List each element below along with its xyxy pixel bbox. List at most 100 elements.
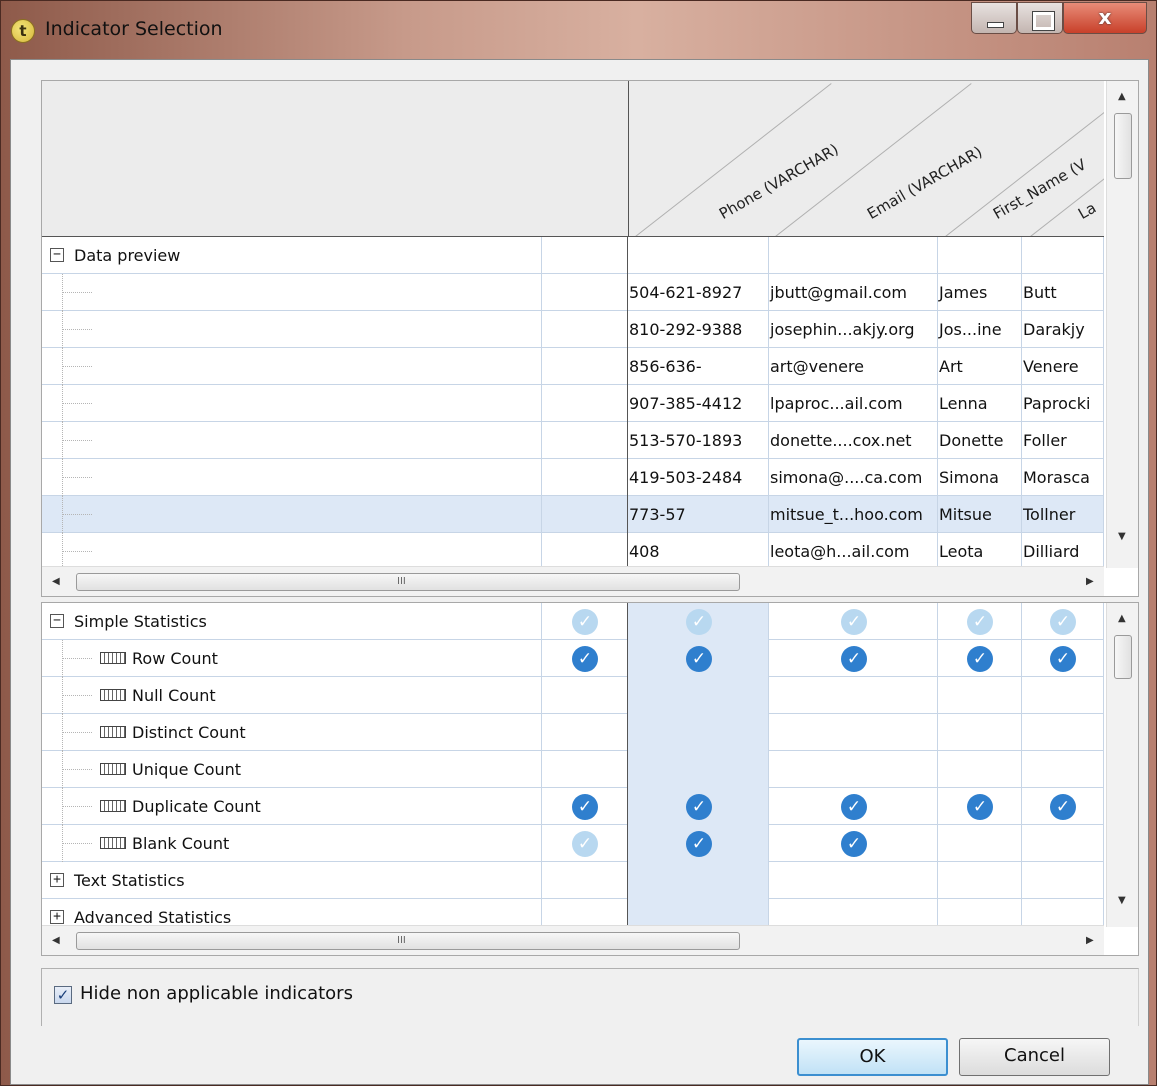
indicator-row[interactable]: ✓ ✓ ✓ ✓ ✓ Duplicate Count [42, 788, 1104, 825]
indicators-horizontal-scrollbar[interactable]: ◀ III ▶ [42, 925, 1104, 955]
check-icon[interactable]: ✓ [572, 794, 598, 820]
indicator-row[interactable]: Unique Count [42, 751, 1104, 788]
data-preview-row[interactable]: 907-385-4412 lpaproc...ail.com Lenna Paproc… [42, 385, 1104, 422]
data-cell[interactable]: 504-621-8927 [628, 274, 769, 311]
check-icon[interactable]: ✓ [1050, 609, 1076, 635]
ok-button[interactable]: OK [797, 1038, 948, 1076]
hide-non-applicable-label[interactable]: Hide non applicable indicators [80, 983, 353, 1004]
data-cell[interactable]: Paprocki [1022, 385, 1104, 422]
simple-statistics-group-row[interactable]: ✓ ✓ ✓ ✓ ✓ − Simple Statistics [42, 603, 1104, 640]
title-bar[interactable]: t Indicator Selection x [1, 1, 1156, 59]
scroll-down-icon[interactable]: ▼ [1118, 895, 1126, 906]
data-cell[interactable]: leota@h...ail.com [769, 533, 938, 568]
data-preview-row[interactable]: 810-292-9388 josephin...akjy.org Jos...ine… [42, 311, 1104, 348]
check-icon[interactable]: ✓ [1050, 646, 1076, 672]
preview-horizontal-scrollbar[interactable]: ◀ III ▶ [42, 566, 1104, 596]
indicator-row[interactable]: Distinct Count [42, 714, 1104, 751]
data-cell[interactable]: Darakjy [1022, 311, 1104, 348]
scroll-right-icon[interactable]: ▶ [1086, 576, 1094, 587]
data-cell[interactable]: Leota [938, 533, 1022, 568]
indicator-check-cell[interactable] [628, 714, 769, 751]
data-preview-row[interactable]: 773-57 mitsue_t...hoo.com Mitsue Tollner [42, 496, 1104, 533]
check-icon[interactable]: ✓ [1050, 794, 1076, 820]
indicator-check-cell[interactable] [1022, 677, 1104, 714]
data-cell[interactable]: Morasca [1022, 459, 1104, 496]
indicator-check-cell[interactable] [628, 677, 769, 714]
indicator-check-cell[interactable]: ✓ [769, 788, 938, 825]
data-cell[interactable]: Jos...ine [938, 311, 1022, 348]
data-cell[interactable]: 907-385-4412 [628, 385, 769, 422]
indicator-check-cell[interactable] [938, 899, 1022, 927]
indicator-check-cell[interactable] [1022, 862, 1104, 899]
cancel-button[interactable]: Cancel [959, 1038, 1110, 1076]
indicator-check-cell[interactable]: ✓ [628, 825, 769, 862]
data-cell[interactable]: James [938, 274, 1022, 311]
data-preview-row[interactable]: 408 leota@h...ail.com Leota Dilliard [42, 533, 1104, 568]
indicator-check-cell[interactable] [938, 751, 1022, 788]
scroll-up-icon[interactable]: ▲ [1118, 613, 1126, 624]
indicator-check-cell[interactable]: ✓ [769, 640, 938, 677]
data-cell[interactable]: art@venere [769, 348, 938, 385]
indicator-check-cell[interactable]: ✓ [542, 825, 628, 862]
indicator-check-cell[interactable] [628, 862, 769, 899]
indicator-row[interactable]: ✓ ✓ ✓ Blank Count [42, 825, 1104, 862]
indicator-check-cell[interactable]: ✓ [628, 788, 769, 825]
maximize-button[interactable] [1017, 2, 1063, 34]
data-preview-group-row[interactable]: − Data preview [42, 237, 1104, 274]
check-icon[interactable]: ✓ [686, 794, 712, 820]
data-cell[interactable]: josephin...akjy.org [769, 311, 938, 348]
check-icon[interactable]: ✓ [967, 646, 993, 672]
scroll-left-icon[interactable]: ◀ [52, 576, 60, 587]
text-statistics-group-row[interactable]: + Text Statistics [42, 862, 1104, 899]
indicator-check-cell[interactable] [938, 677, 1022, 714]
indicator-check-cell[interactable] [1022, 825, 1104, 862]
column-header-email[interactable]: Email (VARCHAR) [864, 143, 985, 223]
indicator-check-cell[interactable]: ✓ [938, 603, 1022, 640]
check-icon[interactable]: ✓ [686, 831, 712, 857]
indicator-check-cell[interactable] [542, 677, 628, 714]
indicator-check-cell[interactable] [769, 677, 938, 714]
indicator-check-cell[interactable] [1022, 751, 1104, 788]
indicator-check-cell[interactable] [938, 714, 1022, 751]
indicator-check-cell[interactable] [542, 899, 628, 927]
data-cell[interactable]: 856-636- [628, 348, 769, 385]
check-icon[interactable]: ✓ [841, 831, 867, 857]
close-button[interactable]: x [1063, 2, 1147, 34]
data-cell[interactable]: Simona [938, 459, 1022, 496]
data-cell[interactable]: Venere [1022, 348, 1104, 385]
indicator-check-cell[interactable] [769, 714, 938, 751]
data-cell[interactable]: Mitsue [938, 496, 1022, 533]
preview-vertical-scrollbar[interactable]: ▲ ▼ [1106, 81, 1138, 568]
data-cell[interactable]: Tollner [1022, 496, 1104, 533]
check-icon[interactable]: ✓ [572, 646, 598, 672]
indicator-check-cell[interactable] [1022, 714, 1104, 751]
indicator-check-cell[interactable] [938, 825, 1022, 862]
column-header-phone[interactable]: Phone (VARCHAR) [716, 140, 842, 223]
scroll-thumb[interactable]: III [76, 932, 740, 950]
check-icon[interactable]: ✓ [841, 794, 867, 820]
data-cell[interactable]: Donette [938, 422, 1022, 459]
indicator-check-cell[interactable]: ✓ [628, 640, 769, 677]
advanced-statistics-group-row[interactable]: + Advanced Statistics [42, 899, 1104, 927]
indicator-check-cell[interactable] [542, 714, 628, 751]
check-icon[interactable]: ✓ [572, 831, 598, 857]
scroll-thumb[interactable] [1114, 113, 1132, 179]
data-preview-row[interactable]: 504-621-8927 jbutt@gmail.com James Butt [42, 274, 1104, 311]
indicator-check-cell[interactable] [938, 862, 1022, 899]
data-cell[interactable]: 419-503-2484 [628, 459, 769, 496]
data-cell[interactable]: 513-570-1893 [628, 422, 769, 459]
data-cell[interactable]: mitsue_t...hoo.com [769, 496, 938, 533]
data-cell[interactable]: lpaproc...ail.com [769, 385, 938, 422]
indicator-check-cell[interactable]: ✓ [938, 788, 1022, 825]
hide-non-applicable-checkbox[interactable]: ✓ [54, 986, 72, 1004]
indicator-check-cell[interactable] [628, 751, 769, 788]
indicator-check-cell[interactable]: ✓ [628, 603, 769, 640]
indicator-check-cell[interactable] [769, 862, 938, 899]
data-preview-row[interactable]: 513-570-1893 donette....cox.net Donette Fol… [42, 422, 1104, 459]
indicator-check-cell[interactable]: ✓ [542, 640, 628, 677]
indicator-check-cell[interactable]: ✓ [542, 603, 628, 640]
indicator-check-cell[interactable]: ✓ [1022, 603, 1104, 640]
check-icon[interactable]: ✓ [967, 609, 993, 635]
data-cell[interactable]: donette....cox.net [769, 422, 938, 459]
data-cell[interactable]: 810-292-9388 [628, 311, 769, 348]
